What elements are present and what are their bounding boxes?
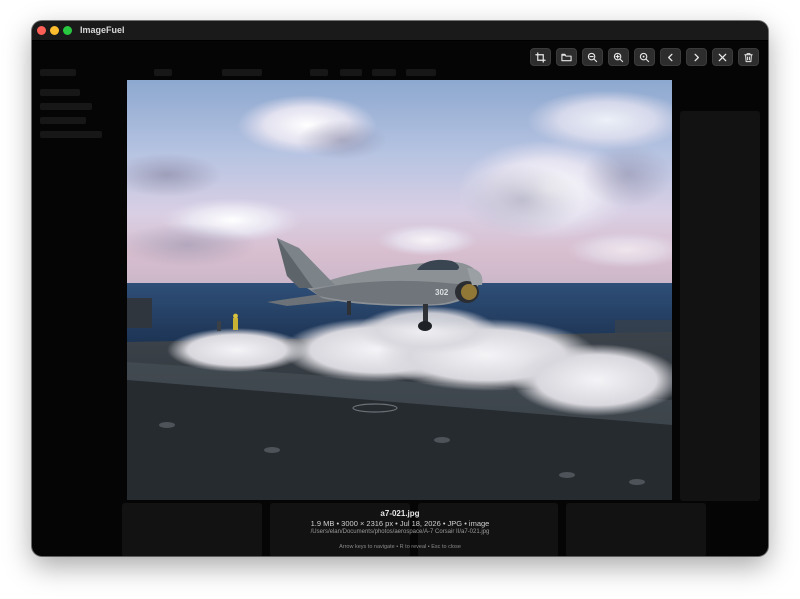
zoom-in-button[interactable]: [608, 48, 629, 66]
delete-button[interactable]: [738, 48, 759, 66]
chevron-right-icon: [694, 53, 699, 61]
photo-preview[interactable]: 302: [127, 80, 672, 500]
crop-icon: [535, 51, 546, 63]
image-filename: a7-021.jpg: [380, 509, 420, 518]
title-bar: ImageFuel: [32, 21, 768, 41]
viewer-window: ImageFuel 302 a7-021.jpg 1.9 MB • 3000 ×…: [32, 21, 768, 556]
previous-button[interactable]: [660, 48, 681, 66]
zoom-fit-button[interactable]: [634, 48, 655, 66]
aircraft-side-number: 302: [435, 288, 449, 297]
crop-button[interactable]: [530, 48, 551, 66]
window-minimize-dot[interactable]: [50, 26, 59, 35]
app-title: ImageFuel: [80, 25, 125, 35]
folder-icon: [561, 53, 572, 61]
window-close-dot[interactable]: [37, 26, 46, 35]
zoom-out-button[interactable]: [582, 48, 603, 66]
close-button[interactable]: [712, 48, 733, 66]
close-icon: [718, 53, 727, 61]
next-button[interactable]: [686, 48, 707, 66]
trash-icon: [744, 52, 753, 62]
viewer-toolbar: [530, 48, 759, 66]
chevron-left-icon: [668, 53, 673, 61]
image-metadata: 1.9 MB • 3000 × 2316 px • Jul 18, 2026 •…: [310, 519, 490, 528]
zoom-out-icon: [587, 52, 598, 62]
zoom-fit-icon: [639, 52, 650, 62]
image-path[interactable]: /Users/elan/Documents/photos/aerospace/A…: [32, 529, 768, 535]
folder-button[interactable]: [556, 48, 577, 66]
zoom-in-icon: [613, 52, 624, 62]
keyboard-hints: Arrow keys to navigate • R to reveal • E…: [339, 544, 461, 550]
window-zoom-dot[interactable]: [63, 26, 72, 35]
